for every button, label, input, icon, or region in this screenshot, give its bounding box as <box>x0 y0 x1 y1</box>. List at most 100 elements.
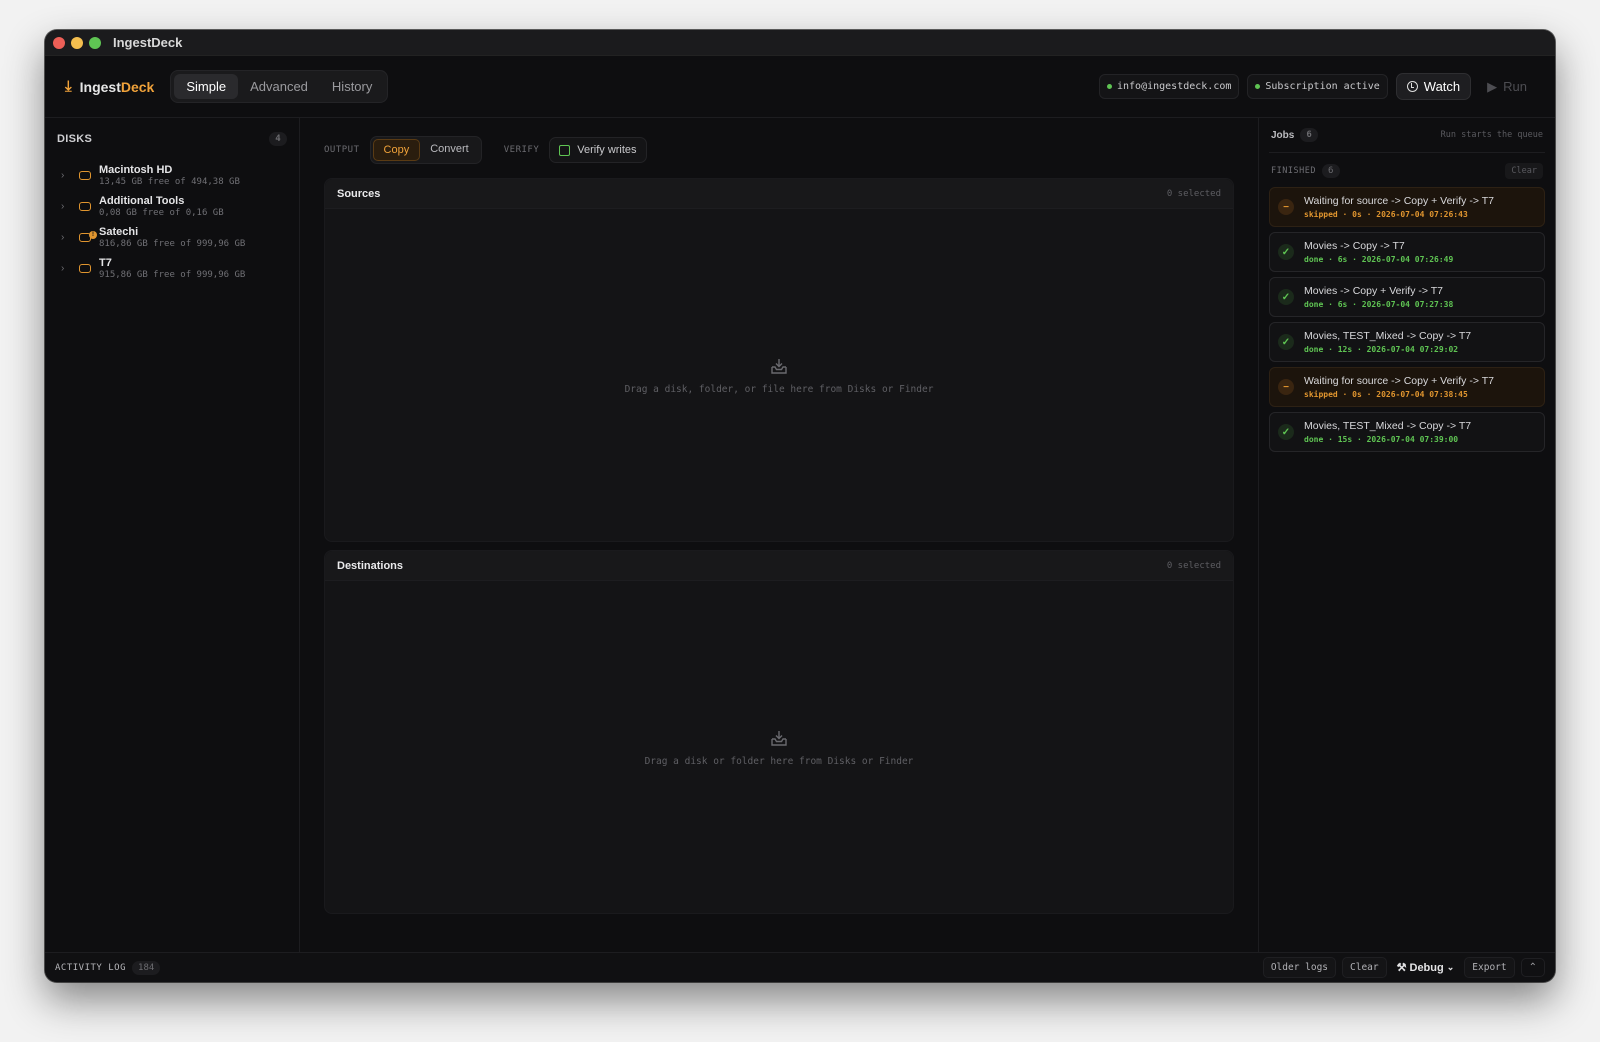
disk-capacity: 0,08 GB free of 0,16 GB <box>99 207 224 218</box>
sources-selected-count: 0 selected <box>1166 188 1221 199</box>
convert-option[interactable]: Convert <box>420 139 479 161</box>
window-title: IngestDeck <box>113 35 183 50</box>
disk-item-t7[interactable]: › T7 915,86 GB free of 999,96 GB <box>57 256 287 280</box>
sources-drop-hint: Drag a disk, folder, or file here from D… <box>624 383 934 395</box>
chevron-down-icon: ⌄ <box>1446 962 1455 972</box>
tab-advanced[interactable]: Advanced <box>238 74 320 99</box>
activity-log-count: 184 <box>132 960 161 975</box>
job-status: skipped · 0s · 2026-07-04 07:38:45 <box>1304 390 1468 399</box>
job-item[interactable]: ✓ Movies, TEST_Mixed -> Copy -> T7 done · … <box>1269 322 1545 362</box>
job-item[interactable]: − Waiting for source -> Copy + Verify -> … <box>1269 367 1545 407</box>
sources-title: Sources <box>337 187 381 200</box>
title-bar: IngestDeck <box>45 30 1555 56</box>
hammer-icon: ⚒ <box>1396 962 1407 974</box>
disk-item-additional-tools[interactable]: › Additional Tools 0,08 GB free of 0,16 G… <box>57 194 287 218</box>
inbox-drop-icon <box>769 728 789 748</box>
destinations-panel[interactable]: Destinations 0 selected Drag a disk or f… <box>324 550 1234 914</box>
activity-log-toggle[interactable]: ACTIVITY LOG <box>55 963 126 973</box>
destinations-selected-count: 0 selected <box>1166 560 1221 571</box>
disk-item-macintosh-hd[interactable]: › Macintosh HD 13,45 GB free of 494,38 GB <box>57 163 287 187</box>
verify-label: VERIFY <box>503 145 540 155</box>
download-icon: ⤓ <box>65 78 72 95</box>
disks-sidebar: DISKS 4 › Macintosh HD 13,45 GB free of 4… <box>45 118 300 952</box>
zoom-window-button[interactable] <box>89 36 101 49</box>
job-status: done · 6s · 2026-07-04 07:26:49 <box>1304 255 1454 264</box>
clock-icon <box>1406 81 1418 92</box>
job-item[interactable]: ✓ Movies, TEST_Mixed -> Copy -> T7 done · … <box>1269 412 1545 452</box>
check-circle-icon: ✓ <box>1278 289 1294 305</box>
debug-menu-button[interactable]: ⚒ Debug ⌄ <box>1393 957 1459 978</box>
inbox-drop-icon <box>769 356 789 376</box>
check-circle-icon: ✓ <box>1278 334 1294 350</box>
job-title: Movies, TEST_Mixed -> Copy -> T7 <box>1304 330 1472 342</box>
play-icon: ▶ <box>1487 78 1498 94</box>
status-dot-icon <box>1255 84 1261 89</box>
job-item[interactable]: ✓ Movies -> Copy -> T7 done · 6s · 2026-07… <box>1269 232 1545 272</box>
disk-name: Macintosh HD <box>99 163 173 176</box>
job-status: done · 15s · 2026-07-04 07:39:00 <box>1304 435 1459 444</box>
subscription-badge[interactable]: Subscription active <box>1247 74 1388 99</box>
account-email-badge[interactable]: info@ingestdeck.com <box>1099 74 1240 99</box>
job-title: Movies, TEST_Mixed -> Copy -> T7 <box>1304 420 1472 432</box>
disk-name: T7 <box>99 256 112 269</box>
checkbox-icon <box>559 144 571 156</box>
job-title: Waiting for source -> Copy + Verify -> T… <box>1304 375 1494 387</box>
jobs-count-badge: 6 <box>1300 128 1318 142</box>
check-circle-icon: ✓ <box>1278 424 1294 440</box>
app-window: IngestDeck ⤓ IngestDeck Simple Advanced … <box>45 30 1555 982</box>
external-drive-warning-icon <box>79 230 97 242</box>
drive-icon <box>79 201 91 211</box>
run-button[interactable]: ▶ Run <box>1479 74 1535 100</box>
check-circle-icon: ✓ <box>1278 244 1294 260</box>
drive-icon <box>79 170 91 180</box>
disk-name: Additional Tools <box>99 194 185 207</box>
disk-capacity: 13,45 GB free of 494,38 GB <box>99 176 240 187</box>
destinations-title: Destinations <box>337 559 404 572</box>
tab-history[interactable]: History <box>320 74 384 99</box>
job-item[interactable]: ✓ Movies -> Copy + Verify -> T7 done · 6s … <box>1269 277 1545 317</box>
chevron-up-icon[interactable]: ⌃ <box>1520 958 1545 977</box>
minimize-window-button[interactable] <box>71 36 83 49</box>
finished-count-badge: 6 <box>1321 164 1340 178</box>
disks-heading: DISKS <box>57 133 93 145</box>
chevron-right-icon[interactable]: › <box>61 170 75 181</box>
disk-capacity: 915,86 GB free of 999,96 GB <box>99 269 246 280</box>
export-log-button[interactable]: Export <box>1464 957 1515 978</box>
mode-tabs: Simple Advanced History <box>170 70 389 103</box>
verify-writes-checkbox[interactable]: Verify writes <box>549 137 647 163</box>
drive-icon <box>79 263 91 273</box>
main-area: OUTPUT Copy Convert VERIFY Verify writes… <box>300 118 1258 952</box>
job-item[interactable]: − Waiting for source -> Copy + Verify -> … <box>1269 187 1545 227</box>
minus-circle-icon: − <box>1278 379 1294 395</box>
job-status: skipped · 0s · 2026-07-04 07:26:43 <box>1304 210 1468 219</box>
output-mode-selector: Copy Convert <box>369 136 482 164</box>
clear-finished-button[interactable]: Clear <box>1505 163 1543 179</box>
job-status: done · 12s · 2026-07-04 07:29:02 <box>1304 345 1459 354</box>
jobs-heading: Jobs <box>1271 129 1295 141</box>
watch-button[interactable]: Watch <box>1395 73 1472 100</box>
disk-item-satechi[interactable]: › Satechi816,86 GB free of 999,96 GB <box>57 225 287 249</box>
top-bar: ⤓ IngestDeck Simple Advanced History inf… <box>45 56 1555 118</box>
job-title: Movies -> Copy -> T7 <box>1304 240 1405 252</box>
sources-panel[interactable]: Sources 0 selected Drag a disk, folder, … <box>324 178 1234 542</box>
clear-log-button[interactable]: Clear <box>1342 957 1387 978</box>
chevron-right-icon[interactable]: › <box>61 201 75 212</box>
tab-simple[interactable]: Simple <box>174 74 239 99</box>
jobs-hint: Run starts the queue <box>1440 130 1543 140</box>
jobs-panel: Jobs 6 Run starts the queue FINISHED 6 Cle… <box>1258 118 1555 952</box>
chevron-right-icon[interactable]: › <box>61 232 75 243</box>
brand: ⤓ IngestDeck <box>65 78 154 95</box>
destinations-drop-hint: Drag a disk or folder here from Disks or… <box>644 755 914 767</box>
chevron-right-icon[interactable]: › <box>61 263 75 274</box>
output-label: OUTPUT <box>324 145 360 155</box>
disk-name: Satechi <box>99 225 139 238</box>
disk-capacity: 816,86 GB free of 999,96 GB <box>99 238 246 249</box>
status-bar: ACTIVITY LOG 184 Older logs Clear ⚒ Debug… <box>45 952 1555 982</box>
job-title: Waiting for source -> Copy + Verify -> T… <box>1304 195 1494 207</box>
older-logs-button[interactable]: Older logs <box>1262 957 1337 978</box>
brand-name: IngestDeck <box>79 78 155 95</box>
close-window-button[interactable] <box>53 36 65 49</box>
copy-option[interactable]: Copy <box>372 139 421 161</box>
job-list: − Waiting for source -> Copy + Verify -> … <box>1269 187 1545 452</box>
finished-heading: FINISHED <box>1271 166 1316 176</box>
